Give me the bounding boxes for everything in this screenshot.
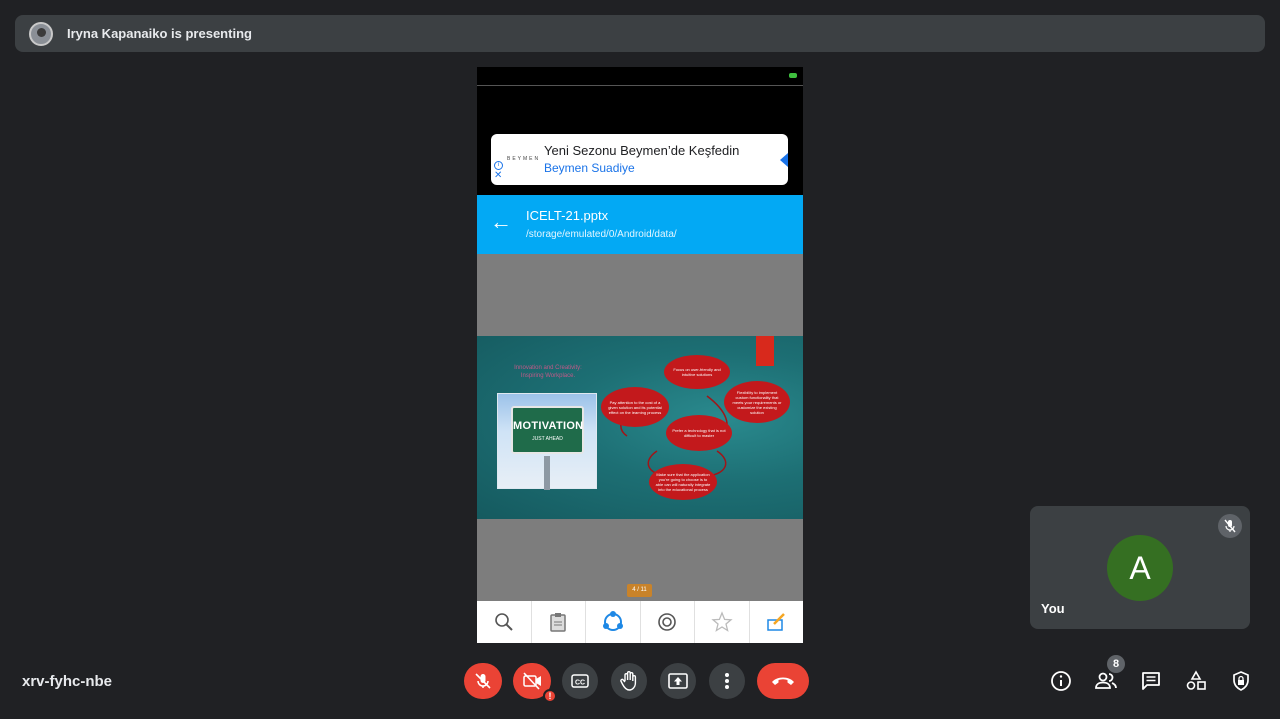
presenter-avatar: [29, 21, 53, 46]
meeting-code: xrv-fyhc-nbe: [22, 673, 113, 690]
camera-button[interactable]: !: [513, 663, 557, 703]
chat-button[interactable]: [1139, 669, 1163, 693]
camera-warning-badge: !: [543, 689, 557, 703]
shared-screen: BEYMEN Yeni Sezonu Beymen’de Keşfedin Be…: [477, 67, 803, 643]
share-icon: [602, 611, 623, 631]
bubble-user-friendly: Focus on user-friendly and intuitive sol…: [664, 355, 730, 389]
file-path: /storage/emulated/0/Android/data/: [526, 229, 677, 240]
clipboard-tool[interactable]: [532, 601, 586, 643]
leave-call-button[interactable]: [757, 663, 809, 699]
ad-info-icon[interactable]: i: [494, 161, 503, 170]
globe-icon: [658, 613, 677, 631]
bubble-integrate: Make sure that the application you're go…: [649, 464, 717, 500]
camera-off-icon: [523, 672, 541, 690]
search-tool[interactable]: [477, 601, 532, 643]
mic-off-icon: [475, 673, 491, 689]
raise-hand-button[interactable]: [611, 663, 647, 699]
edit-icon: [767, 613, 786, 631]
people-icon: [1095, 672, 1117, 689]
slide-page: Innovation and Creativity: Inspiring Wor…: [477, 336, 803, 519]
info-icon: [1051, 671, 1071, 691]
more-vert-icon: [725, 673, 729, 689]
battery-icon: [789, 73, 797, 78]
activities-icon: [1186, 670, 1206, 690]
present-button[interactable]: [660, 663, 696, 699]
star-icon: [711, 611, 733, 632]
shield-lock-icon: [1233, 671, 1249, 691]
ad-close-icon[interactable]: ✕: [494, 171, 502, 181]
page-indicator: 4 / 11: [627, 584, 652, 597]
self-label: You: [1041, 601, 1065, 616]
bubble-cost: Pay attention to the cost of a given sol…: [601, 387, 669, 427]
phone-status-bar: [477, 67, 803, 86]
ad-banner[interactable]: BEYMEN Yeni Sezonu Beymen’de Keşfedin Be…: [491, 134, 788, 185]
presenter-banner: Iryna Kapanaiko is presenting: [15, 15, 1265, 52]
svg-text:CC: CC: [575, 680, 585, 687]
bubble-connectors: [620, 395, 728, 477]
host-controls-button[interactable]: [1229, 669, 1253, 693]
hand-icon: [620, 671, 637, 691]
mic-button[interactable]: [464, 663, 502, 699]
bubble-easy-master: Prefer a technology that is not difficul…: [666, 415, 732, 451]
file-name: ICELT-21.pptx: [526, 208, 609, 223]
search-icon: [494, 613, 513, 631]
ad-arrow-icon[interactable]: [780, 153, 788, 167]
clipboard-icon: [550, 613, 566, 632]
muted-mic-icon: [1218, 514, 1242, 538]
more-options-button[interactable]: [709, 663, 745, 699]
self-tile[interactable]: A You: [1030, 506, 1250, 629]
edit-tool[interactable]: [750, 601, 804, 643]
ad-subtitle[interactable]: Beymen Suadiye: [544, 161, 635, 175]
web-tool[interactable]: [641, 601, 695, 643]
captions-button[interactable]: CC: [562, 663, 598, 699]
present-icon: [668, 673, 688, 689]
back-arrow-icon[interactable]: ←: [490, 211, 512, 233]
viewer-toolbar: [477, 601, 803, 643]
captions-icon: CC: [571, 674, 589, 688]
meeting-info-button[interactable]: [1049, 669, 1073, 693]
document-viewer[interactable]: Innovation and Creativity: Inspiring Wor…: [477, 254, 803, 601]
bubble-flexibility: Flexibility to implement custom function…: [724, 381, 790, 423]
chat-icon: [1142, 672, 1160, 690]
participant-count-badge: 8: [1107, 655, 1125, 673]
end-call-icon: [772, 677, 794, 685]
activities-button[interactable]: [1184, 669, 1208, 693]
ad-title[interactable]: Yeni Sezonu Beymen’de Keşfedin: [544, 143, 739, 158]
ad-brand-logo: BEYMEN: [507, 156, 541, 162]
favorite-tool[interactable]: [695, 601, 750, 643]
self-avatar: A: [1107, 535, 1173, 601]
file-header: ← ICELT-21.pptx /storage/emulated/0/Andr…: [477, 195, 803, 254]
share-tool[interactable]: [586, 601, 641, 643]
presenter-text: Iryna Kapanaiko is presenting: [67, 26, 252, 41]
